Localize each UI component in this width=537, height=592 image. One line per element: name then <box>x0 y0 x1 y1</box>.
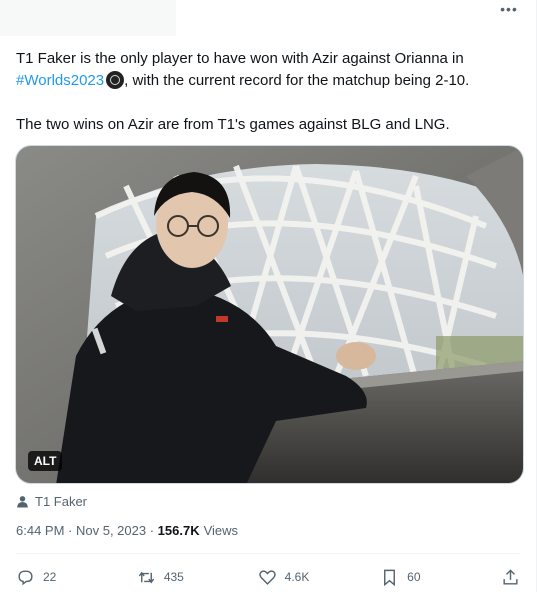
hashtag-link[interactable]: #Worlds2023 <box>16 72 104 89</box>
tweet-text-part1: T1 Faker is the only player to have won … <box>16 50 464 67</box>
worlds-hashflag-icon <box>106 71 125 89</box>
meta-separator: · <box>64 523 76 538</box>
tweet-photo[interactable]: ALT <box>15 145 524 484</box>
like-count: 4.6K <box>284 570 310 584</box>
meta-separator: · <box>146 523 158 538</box>
photo-image <box>16 146 523 483</box>
repost-count: 435 <box>163 570 184 584</box>
divider <box>16 553 520 554</box>
bookmark-icon <box>384 569 396 586</box>
repost-icon <box>138 571 155 583</box>
views-count: 156.7K <box>157 523 200 538</box>
tweet-paragraph-2: The two wins on Azir are from T1's games… <box>16 116 450 133</box>
more-options-button[interactable]: ••• <box>496 0 522 18</box>
share-icon <box>503 568 518 585</box>
header-placeholder <box>0 0 176 36</box>
reply-icon <box>18 569 33 585</box>
tweet-metadata: 6:44 PM · Nov 5, 2023 · 156.7K Views <box>16 523 238 538</box>
tweet-paragraph-1: T1 Faker is the only player to have won … <box>16 48 521 92</box>
alt-text-badge[interactable]: ALT <box>28 451 63 471</box>
tweet-text-part2: , with the current record for the matchu… <box>124 72 470 89</box>
action-bar: 22 435 4.6K 60 <box>16 563 520 591</box>
repost-button[interactable]: 435 <box>137 568 187 587</box>
bookmark-button[interactable]: 60 <box>380 568 430 587</box>
tagged-users[interactable]: T1 Faker <box>16 491 87 511</box>
person-icon <box>17 495 28 507</box>
more-horizontal-icon: ••• <box>500 1 518 17</box>
tweet-date[interactable]: Nov 5, 2023 <box>76 523 146 538</box>
tagged-user-name: T1 Faker <box>35 493 88 509</box>
heart-icon <box>258 569 276 585</box>
reply-count: 22 <box>43 570 57 584</box>
views-label: Views <box>203 523 239 538</box>
share-button[interactable] <box>501 568 520 587</box>
bookmark-count: 60 <box>407 570 421 584</box>
like-button[interactable]: 4.6K <box>258 568 310 587</box>
tweet-card: ••• T1 Faker is the only player to have … <box>0 0 537 592</box>
reply-button[interactable]: 22 <box>16 568 66 587</box>
tweet-time[interactable]: 6:44 PM <box>16 523 64 538</box>
tweet-text: T1 Faker is the only player to have won … <box>16 48 521 158</box>
